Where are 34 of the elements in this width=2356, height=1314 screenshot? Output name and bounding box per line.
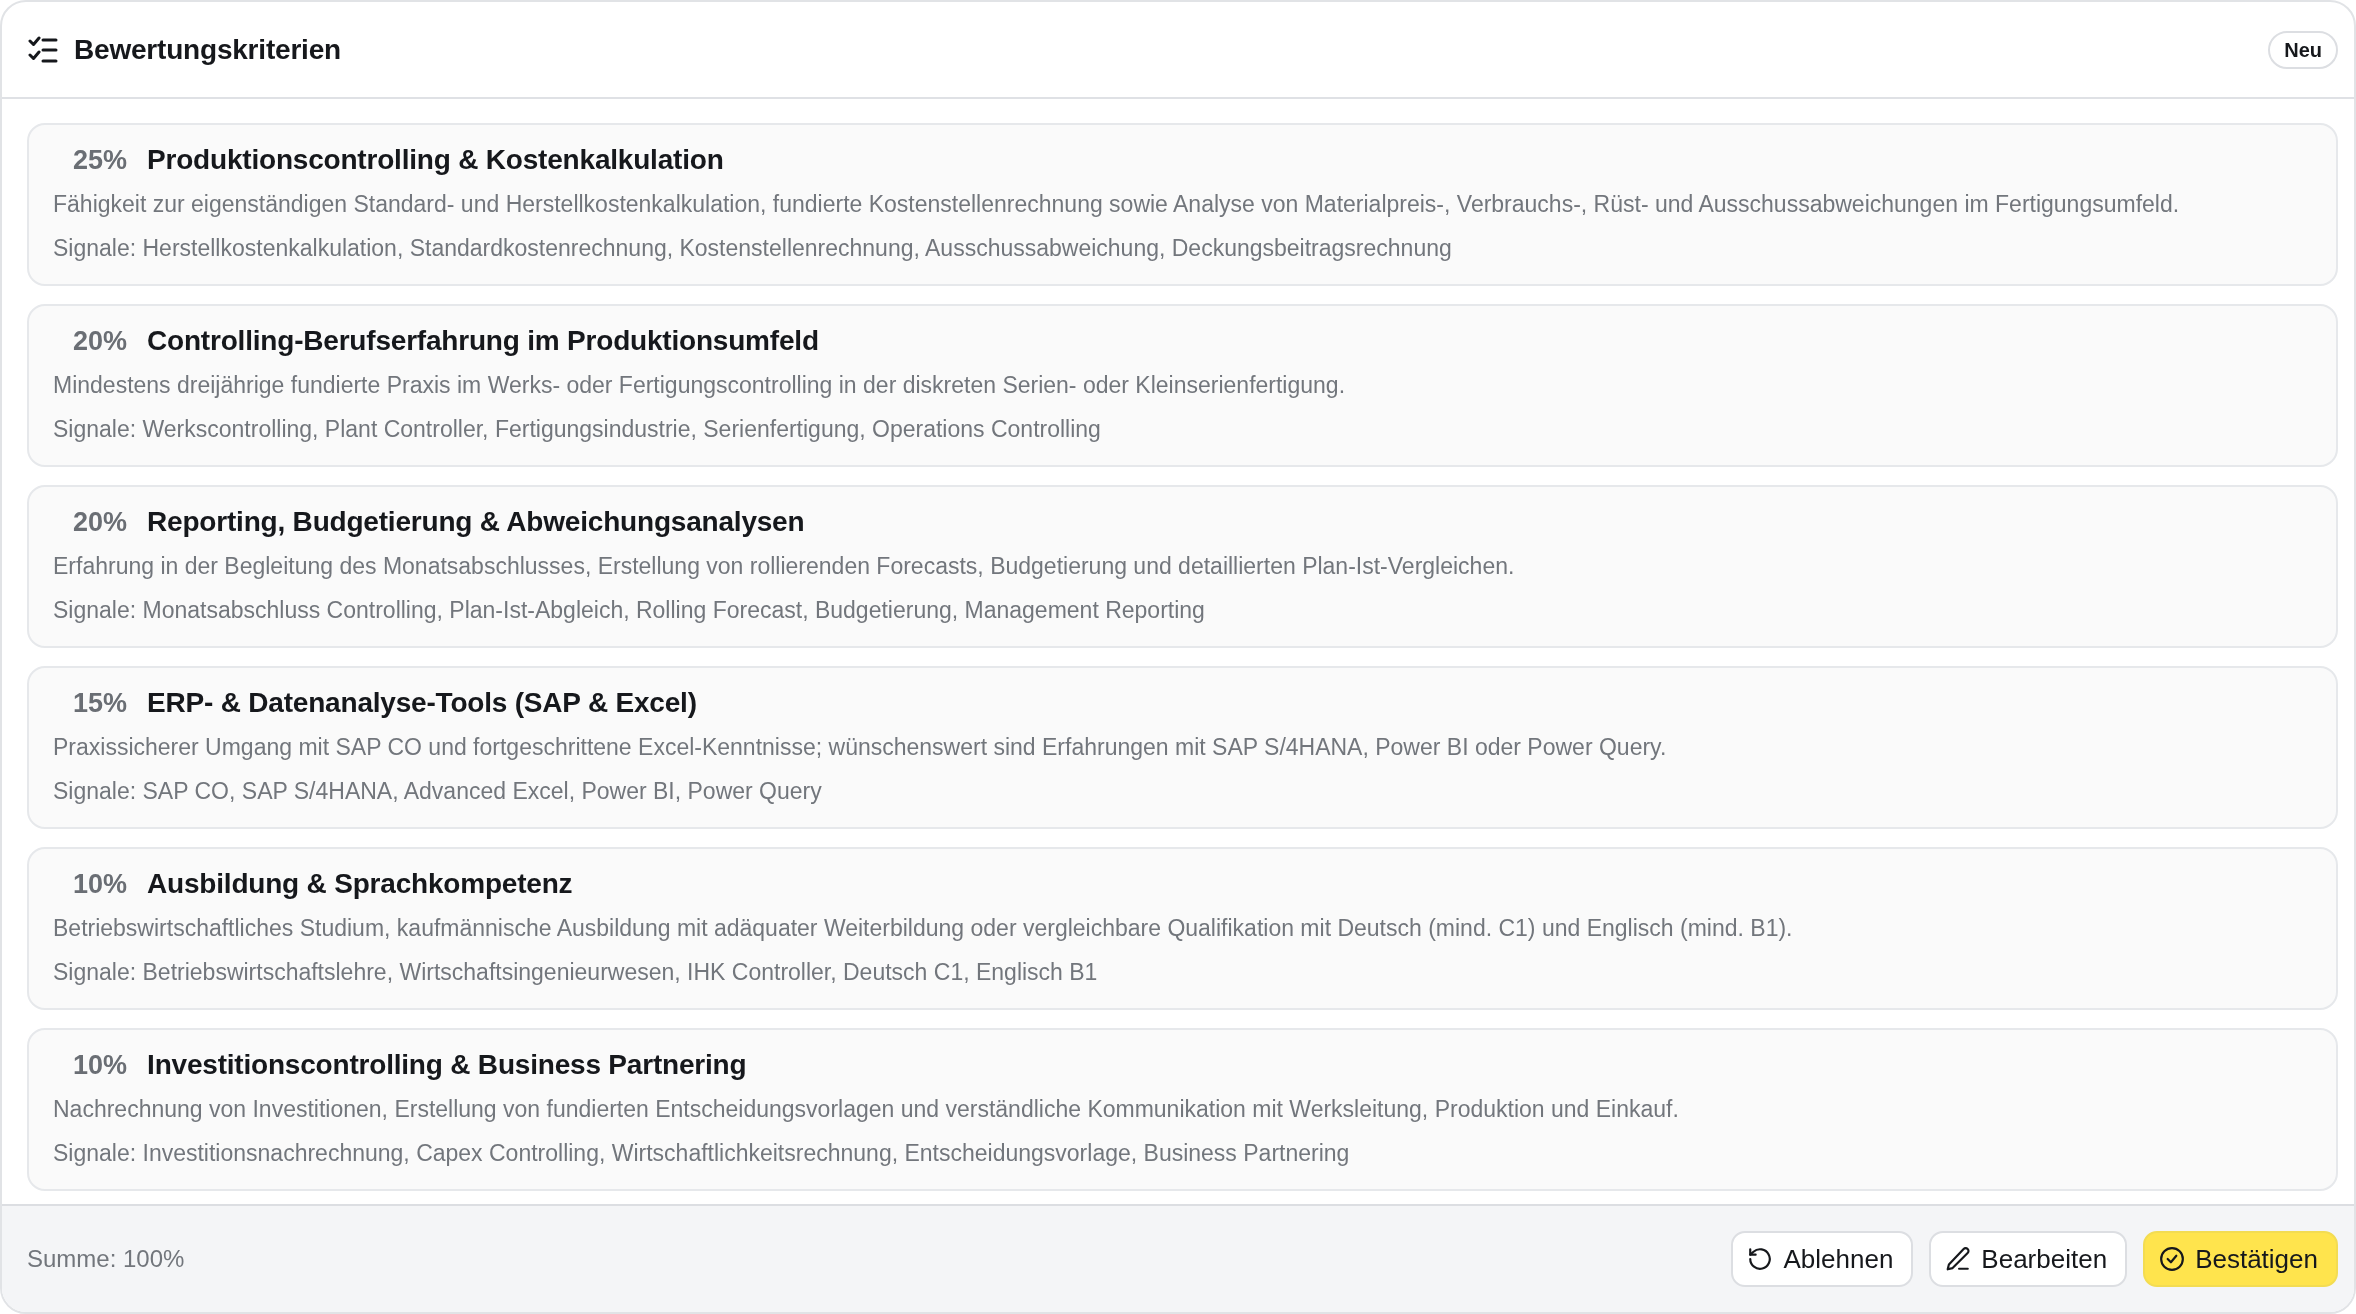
edit-button[interactable]: Bearbeiten xyxy=(1929,1231,2128,1287)
criterion-title: Controlling-Berufserfahrung im Produktionsumfeld xyxy=(147,324,819,358)
check-circle-icon xyxy=(2159,1246,2186,1272)
criterion-description: Betriebswirtschaftliches Studium, kaufmännische Ausbildung mit adäquater Weiterbildung oder vergleichbare Qualifikation mit Deutsch (mind. C1) und Englisch (mind. B1). xyxy=(53,914,1794,943)
criterion-description: Praxissicherer Umgang mit SAP CO und fortgeschrittene Excel-Kenntnisse; wünschenswert sind Erfahrungen mit SAP S/4HANA, Power BI oder Power Query. xyxy=(53,733,1668,762)
criterion-title: Reporting, Budgetierung & Abweichungsanalysen xyxy=(147,505,805,539)
panel-title: Bewertungskriterien xyxy=(74,32,341,67)
criterion-description: Erfahrung in der Begleitung des Monatsabschlusses, Erstellung von rollierenden Forecasts, Budgetierung und detaillierten Plan-Ist-Vergleichen. xyxy=(53,552,1516,581)
weight-percent: 20% xyxy=(73,506,128,539)
signals-text: Signale: SAP CO, SAP S/4HANA, Advanced Excel, Power BI, Power Query xyxy=(53,777,823,806)
weight-percent: 15% xyxy=(73,687,128,720)
criterion-title: Produktionscontrolling & Kostenkalkulation xyxy=(147,143,724,177)
sum-text: Summe: 100% xyxy=(27,1244,185,1274)
criterion-title: Ausbildung & Sprachkompetenz xyxy=(147,867,573,901)
signals-text: Signale: Werkscontrolling, Plant Controller, Fertigungsindustrie, Serienfertigung, Operations Controlling xyxy=(53,415,1102,444)
criterion-description: Mindestens dreijährige fundierte Praxis im Werks- oder Fertigungscontrolling in der diskreten Serien- oder Kleinserienfertigung. xyxy=(53,371,1347,400)
criterion-title: Investitionscontrolling & Business Partnering xyxy=(147,1048,747,1082)
signals-text: Signale: Herstellkostenkalkulation, Standardkostenrechnung, Kostenstellenrechnung, Ausschussabweichung, Deckungsbeitragsrechnung xyxy=(53,234,1453,263)
new-badge: Neu xyxy=(2268,30,2338,69)
criterion-description: Nachrechnung von Investitionen, Erstellung von fundierten Entscheidungsvorlagen und verständliche Kommunikation mit Werksleitung, Produktion und Einkauf. xyxy=(53,1095,1680,1124)
checklist-icon xyxy=(28,35,58,64)
criterion-description: Fähigkeit zur eigenständigen Standard- und Herstellkostenkalkulation, fundierte Kostenstellenrechnung sowie Analyse von Materialpreis-, Verbrauchs-, Rüst- und Ausschussabweichungen im Fertigungsumfeld. xyxy=(53,190,2181,219)
signals-text: Signale: Investitionsnachrechnung, Capex Controlling, Wirtschaftlichkeitsrechnung, Entscheidungsvorlage, Business Partnering xyxy=(53,1139,1351,1168)
weight-percent: 10% xyxy=(73,1049,128,1082)
signals-text: Signale: Betriebswirtschaftslehre, Wirtschaftsingenieurwesen, IHK Controller, Deutsch C1, Englisch B1 xyxy=(53,958,1099,987)
undo-icon xyxy=(1747,1246,1774,1272)
weight-percent: 10% xyxy=(73,868,128,901)
reject-button[interactable]: Ablehnen xyxy=(1731,1231,1914,1287)
confirm-button[interactable]: Bestätigen xyxy=(2143,1231,2338,1287)
weight-percent: 20% xyxy=(73,325,128,358)
signals-text: Signale: Monatsabschluss Controlling, Plan-Ist-Abgleich, Rolling Forecast, Budgetierung, Management Reporting xyxy=(53,596,1206,625)
weight-percent: 25% xyxy=(73,144,128,177)
pencil-icon xyxy=(1945,1246,1972,1272)
criterion-title: ERP- & Datenanalyse-Tools (SAP & Excel) xyxy=(147,686,697,720)
